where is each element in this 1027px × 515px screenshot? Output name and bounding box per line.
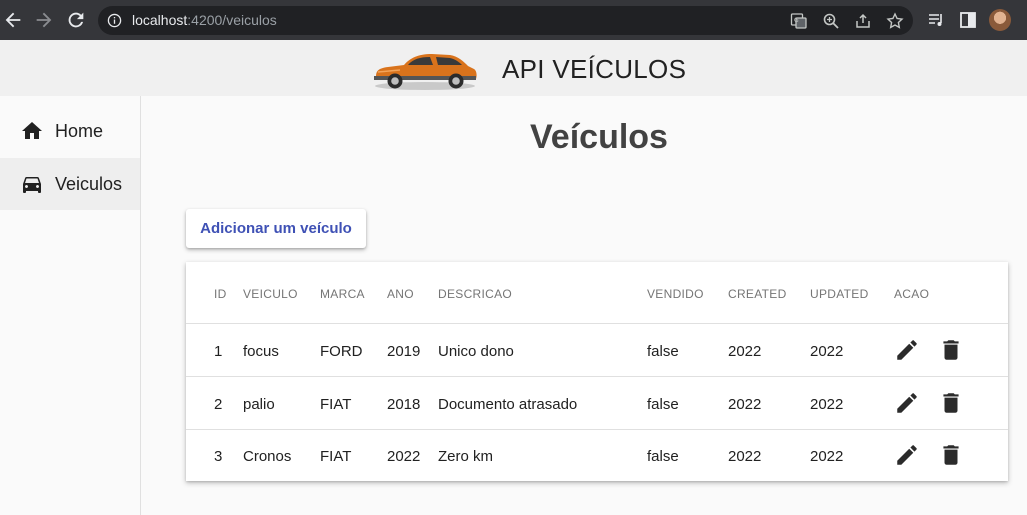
table-header-row: ID VEICULO MARCA ANO DESCRICAO VENDIDO C… [186,262,1008,324]
column-header-marca: MARCA [320,287,365,301]
cell-vendido: false [647,448,679,465]
sidepanel-icon[interactable] [958,10,978,30]
column-header-veiculo: VEICULO [243,287,298,301]
url-host: localhost [132,12,188,28]
edit-icon[interactable] [894,337,920,363]
column-header-descricao: DESCRICAO [438,287,513,301]
cell-marca: FORD [320,343,363,360]
page-title: Veículos [530,118,668,156]
cell-updated: 2022 [810,448,844,465]
cell-ano: 2022 [387,448,421,465]
share-icon[interactable] [854,12,872,30]
cell-vendido: false [647,343,679,360]
url-text: localhost:4200/veiculos [132,13,277,28]
table-row: 3 Cronos FIAT 2022 Zero km false 2022 20… [186,429,1008,482]
home-icon [20,119,44,143]
profile-avatar[interactable] [989,9,1011,31]
cell-created: 2022 [728,448,762,465]
vehicles-table: ID VEICULO MARCA ANO DESCRICAO VENDIDO C… [186,262,1008,481]
star-icon[interactable] [886,12,904,30]
car-logo-icon [370,46,480,92]
sidebar-item-label: Home [55,121,104,141]
app-header: API VEÍCULOS [0,40,1027,96]
cell-updated: 2022 [810,343,844,360]
cell-descricao: Documento atrasado [438,396,578,413]
svg-text:G: G [794,17,799,24]
delete-icon[interactable] [938,390,964,416]
table-row: 1 focus FORD 2019 Unico dono false 2022 … [186,324,1008,377]
sidebar-item-label: Veiculos [55,174,123,194]
cell-created: 2022 [728,343,762,360]
column-header-updated: UPDATED [810,287,869,301]
cell-ano: 2019 [387,343,421,360]
cell-vendido: false [647,396,679,413]
cell-veiculo: palio [243,396,275,413]
edit-icon[interactable] [894,442,920,468]
add-vehicle-button[interactable]: Adicionar um veículo [186,209,366,248]
cell-marca: FIAT [320,396,352,413]
cell-id: 1 [214,343,223,360]
cell-id: 2 [214,396,223,413]
cell-marca: FIAT [320,448,352,465]
cell-veiculo: focus [243,343,279,360]
delete-icon[interactable] [938,442,964,468]
forward-arrow-icon[interactable] [33,9,55,31]
column-header-acao: ACAO [894,287,930,301]
cell-descricao: Unico dono [438,343,514,360]
address-bar[interactable]: localhost:4200/veiculos G [98,6,913,35]
cell-id: 3 [214,448,223,465]
column-header-ano: ANO [387,287,414,301]
column-header-id: ID [214,287,227,301]
column-header-vendido: VENDIDO [647,287,704,301]
sidebar-item-home[interactable]: Home [0,105,140,157]
sidebar: Home Veiculos [0,96,141,515]
car-icon [20,172,44,196]
delete-icon[interactable] [938,337,964,363]
media-control-icon[interactable] [926,10,946,30]
cell-veiculo: Cronos [243,448,292,465]
url-path: :4200/veiculos [187,12,277,28]
sidebar-item-veiculos[interactable]: Veiculos [0,158,140,210]
zoom-icon[interactable] [822,12,840,30]
cell-descricao: Zero km [438,448,494,465]
table-row: 2 palio FIAT 2018 Documento atrasado fal… [186,377,1008,430]
cell-updated: 2022 [810,396,844,413]
translate-icon[interactable]: G [790,12,808,30]
browser-toolbar: localhost:4200/veiculos G [0,0,1027,40]
app-title: API VEÍCULOS [502,54,687,84]
edit-icon[interactable] [894,390,920,416]
cell-created: 2022 [728,396,762,413]
reload-icon[interactable] [65,9,87,31]
column-header-created: CREATED [728,287,787,301]
back-arrow-icon[interactable] [2,9,24,31]
info-icon[interactable] [107,13,122,28]
cell-ano: 2018 [387,396,421,413]
